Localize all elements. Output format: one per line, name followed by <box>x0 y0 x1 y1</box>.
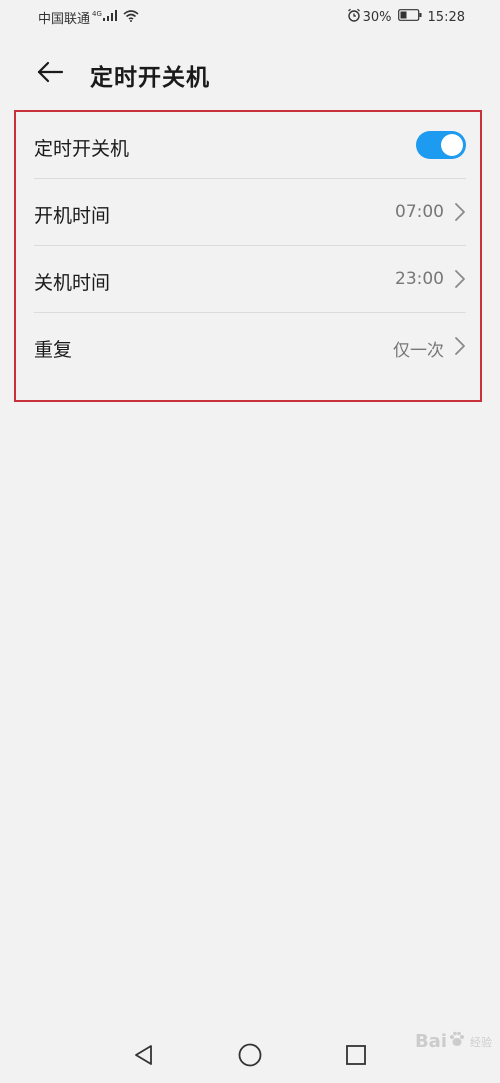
back-button[interactable] <box>32 58 68 90</box>
header: 定时开关机 <box>0 44 500 102</box>
power-off-time-row[interactable]: 关机时间 23:00 <box>34 246 466 313</box>
battery-percent: 30% <box>362 9 392 25</box>
chevron-right-icon <box>454 202 466 222</box>
paw-icon <box>448 1030 466 1053</box>
baidu-watermark: Bai 经验 <box>415 1030 492 1053</box>
row-label: 重复 <box>34 339 73 361</box>
signal-icon <box>102 10 117 25</box>
watermark-text-left: Bai <box>414 1031 447 1052</box>
repeat-value: 仅一次 <box>393 341 444 361</box>
row-label: 开机时间 <box>34 205 111 227</box>
nav-back-button[interactable] <box>128 1042 158 1072</box>
watermark-text-right: 经验 <box>470 1035 492 1049</box>
carrier-name: 中国联通 <box>38 12 91 27</box>
settings-list: 定时开关机 开机时间 07:00 关机时间 23:00 重复 仅一次 <box>34 112 466 379</box>
nav-home-button[interactable] <box>235 1042 265 1072</box>
nav-recent-icon <box>344 1043 368 1071</box>
battery-icon <box>397 9 422 25</box>
nav-back-icon <box>132 1043 154 1071</box>
wifi-icon <box>123 9 139 26</box>
page-title: 定时开关机 <box>90 65 210 91</box>
status-left: 中国联通 4G <box>38 8 139 27</box>
nav-home-icon <box>237 1042 263 1072</box>
alarm-icon <box>347 8 361 26</box>
schedule-power-toggle[interactable] <box>416 131 466 159</box>
row-label: 定时开关机 <box>34 138 130 160</box>
power-on-time-row[interactable]: 开机时间 07:00 <box>34 179 466 246</box>
row-label: 关机时间 <box>34 272 111 294</box>
schedule-power-toggle-row[interactable]: 定时开关机 <box>34 112 466 179</box>
chevron-right-icon <box>454 336 466 356</box>
chevron-right-icon <box>454 269 466 289</box>
nav-recent-button[interactable] <box>341 1042 371 1072</box>
status-right: 30% 15:28 <box>347 8 465 26</box>
toggle-knob <box>441 134 463 156</box>
network-type: 4G <box>92 9 102 18</box>
status-time: 15:28 <box>427 9 465 25</box>
repeat-row[interactable]: 重复 仅一次 <box>34 313 466 379</box>
status-bar: 中国联通 4G 30% 15:28 <box>0 0 500 34</box>
power-off-time-value: 23:00 <box>395 269 444 289</box>
power-on-time-value: 07:00 <box>395 202 444 222</box>
arrow-left-icon <box>36 61 64 87</box>
